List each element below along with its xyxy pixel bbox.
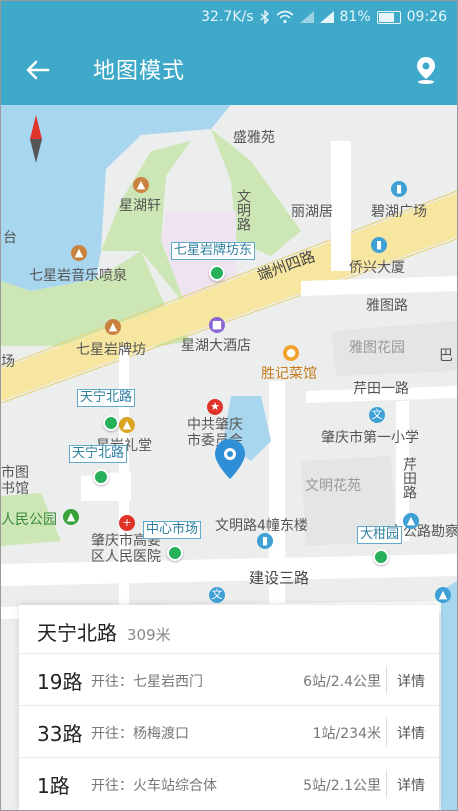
- route-detail-button[interactable]: 详情: [397, 671, 425, 691]
- bus-stop-marker[interactable]: [209, 265, 225, 281]
- route-stops-distance: 6站/2.4公里: [303, 674, 381, 690]
- road-label: 雅图路: [366, 298, 408, 314]
- poi-label: 文明路4幢东楼: [215, 518, 308, 534]
- map-label: 巴: [439, 348, 453, 364]
- road-label: 芹田一路: [353, 381, 409, 397]
- bus-stop-label[interactable]: 大柑园: [357, 526, 403, 544]
- compass-icon: [30, 115, 42, 163]
- poi-label: 星湖大酒店: [181, 338, 251, 354]
- network-speed: 32.7K/s: [201, 9, 254, 25]
- divider: [386, 666, 387, 694]
- poi-label: 侨兴大厦: [349, 260, 405, 276]
- park-icon: ▲: [63, 509, 79, 525]
- school-icon: 文: [209, 587, 225, 603]
- landmark-icon: ▲: [71, 245, 87, 261]
- road-label: 文明路: [235, 189, 251, 231]
- poi-label: 肇庆市第一小学: [321, 430, 419, 446]
- route-row[interactable]: 19路 开往：七星岩西门 6站/2.4公里 详情: [19, 653, 439, 706]
- current-location-pin-icon: [215, 439, 245, 479]
- school-icon: 文: [369, 407, 385, 423]
- bus-stop-label[interactable]: 七星岩牌坊东: [171, 242, 256, 260]
- stop-distance: 309米: [127, 626, 171, 644]
- page-title: 地图模式: [93, 59, 186, 84]
- map-label: 场: [1, 354, 15, 370]
- landmark-icon: ▲: [105, 319, 121, 335]
- route-detail-button[interactable]: 详情: [397, 723, 425, 743]
- route-stops-distance: 1站/234米: [312, 726, 381, 742]
- bus-stop-marker[interactable]: [167, 545, 183, 561]
- route-row[interactable]: 1路 开往：火车站综合体 5站/2.1公里 详情: [19, 757, 439, 810]
- route-row[interactable]: 33路 开往：杨梅渡口 1站/234米 详情: [19, 705, 439, 758]
- poi-label: 文明花苑: [305, 478, 361, 494]
- location-pin-icon[interactable]: [413, 55, 439, 85]
- divider: [386, 718, 387, 746]
- divider: [386, 770, 387, 798]
- poi-label: 七星岩牌坊: [76, 342, 146, 358]
- signal-icon: [299, 11, 314, 23]
- bus-stop-label[interactable]: 中心市场: [143, 521, 202, 539]
- building-icon: ▮: [391, 181, 407, 197]
- building-icon: ▲: [403, 513, 419, 529]
- poi-label: 星湖轩: [119, 198, 161, 214]
- hospital-icon: +: [119, 515, 135, 531]
- building-icon: ▲: [435, 587, 451, 603]
- back-arrow-icon[interactable]: [23, 55, 53, 85]
- clock: 09:26: [406, 9, 447, 25]
- bus-stop-marker[interactable]: [93, 469, 109, 485]
- bluetooth-icon: [260, 10, 269, 24]
- road-label: 建设三路: [249, 569, 310, 587]
- bus-stop-marker[interactable]: [373, 549, 389, 565]
- route-name: 19路: [37, 670, 83, 694]
- hotel-icon: ■: [209, 317, 225, 333]
- panel-header: 天宁北路 309米: [37, 617, 171, 646]
- route-destination: 开往：杨梅渡口: [91, 726, 189, 742]
- restaurant-icon: ●: [283, 345, 299, 361]
- poi-label: 丽湖居: [291, 204, 333, 220]
- status-bar: 32.7K/s 81% 09:26: [1, 1, 457, 35]
- bus-stop-panel: 天宁北路 309米 19路 开往：七星岩西门 6站/2.4公里 详情 33路 开往…: [19, 605, 439, 810]
- poi-label: 碧湖广场: [371, 204, 427, 220]
- battery-icon: [376, 10, 401, 24]
- road-label: 芹田路: [401, 457, 417, 499]
- building-icon: ▮: [371, 237, 387, 253]
- building-icon: ▮: [257, 533, 273, 549]
- route-detail-button[interactable]: 详情: [397, 775, 425, 795]
- route-name: 1路: [37, 774, 70, 798]
- map-label: 台: [3, 230, 17, 246]
- battery-fill: [378, 12, 395, 22]
- battery-percent: 81%: [339, 9, 371, 25]
- route-name: 33路: [37, 722, 83, 746]
- bus-stop-label[interactable]: 天宁北路: [77, 389, 136, 407]
- wifi-icon: [275, 10, 294, 24]
- route-destination: 开往：七星岩西门: [91, 674, 203, 690]
- government-icon: ★: [207, 399, 223, 415]
- signal-icon: [319, 11, 334, 23]
- route-destination: 开往：火车站综合体: [91, 778, 217, 794]
- poi-label: 盛雅苑: [233, 130, 275, 146]
- landmark-icon: ▲: [133, 177, 149, 193]
- poi-label: 雅图花园: [349, 340, 405, 356]
- status-right: 32.7K/s 81% 09:26: [201, 9, 447, 25]
- landmark-icon: ▲: [119, 417, 135, 433]
- poi-label: 人民公园: [1, 512, 57, 528]
- poi-label: 七星岩音乐喷泉: [29, 268, 127, 284]
- poi-label: 胜记菜馆: [261, 366, 317, 382]
- poi-label: 市图书馆: [1, 465, 29, 497]
- bus-stop-marker[interactable]: [103, 415, 119, 431]
- app-frame: 32.7K/s 81% 09:26 地图模式 盛雅苑 星湖轩 文明路 丽湖居 碧…: [0, 0, 458, 811]
- route-stops-distance: 5站/2.1公里: [303, 778, 381, 794]
- bus-stop-label[interactable]: 天宁北路: [69, 445, 128, 463]
- stop-name: 天宁北路: [37, 621, 117, 645]
- app-bar: 地图模式: [1, 35, 457, 105]
